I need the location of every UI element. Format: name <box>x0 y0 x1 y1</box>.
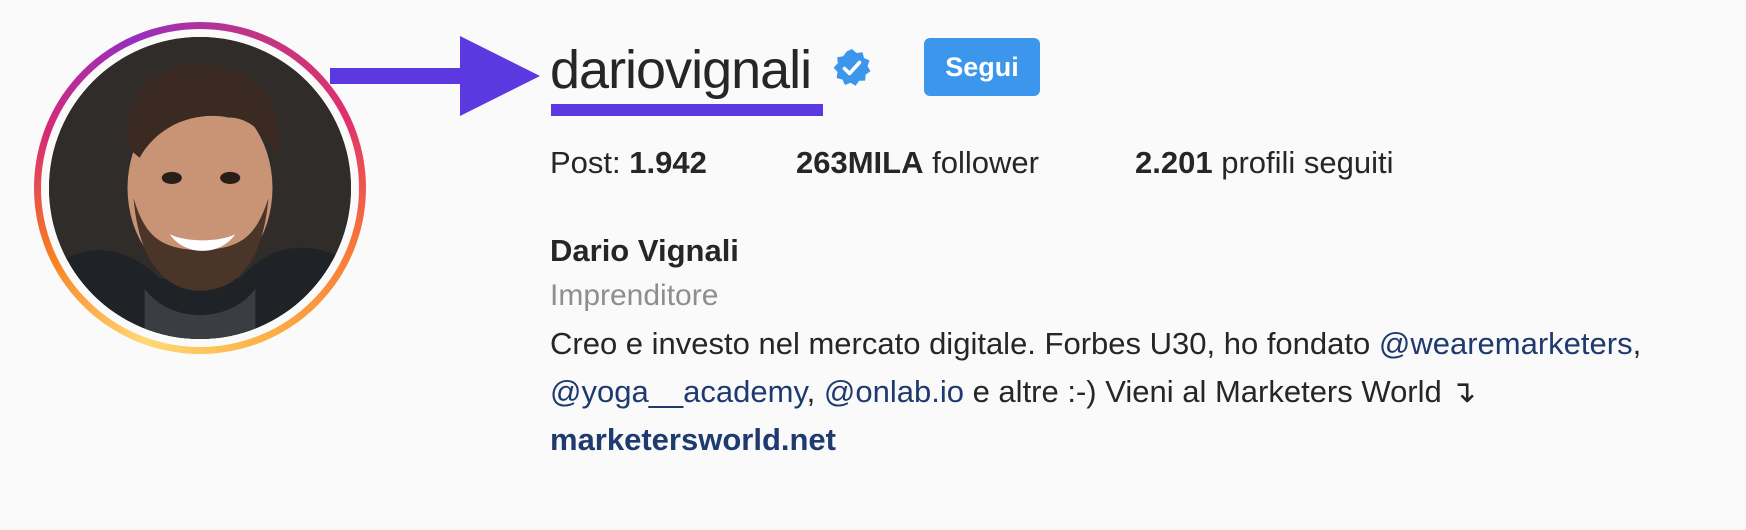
followers-stat[interactable]: 263MILA follower <box>796 143 1039 183</box>
followers-label: follower <box>932 145 1039 180</box>
bio-text-1: Creo e investo nel mercato digitale. For… <box>550 326 1379 361</box>
mention-yoga-academy[interactable]: @yoga__academy <box>550 374 807 409</box>
mention-wearemarketers[interactable]: @wearemarketers <box>1379 326 1633 361</box>
profile-bio: Dario Vignali Imprenditore Creo e invest… <box>550 230 1641 464</box>
following-label: profili seguiti <box>1221 145 1394 180</box>
avatar-image <box>49 37 351 339</box>
posts-count: 1.942 <box>629 145 707 180</box>
followers-count: 263MILA <box>796 145 924 180</box>
avatar-gap <box>41 29 359 347</box>
bio-line-2: @yoga__academy, @onlab.io e altre :-) Vi… <box>550 368 1641 416</box>
bio-separator: , <box>806 374 824 409</box>
username: dariovignali <box>550 40 812 100</box>
arrow-right-icon <box>330 36 540 116</box>
story-ring[interactable] <box>34 22 366 354</box>
posts-stat: Post: 1.942 <box>550 143 707 183</box>
website-link[interactable]: marketersworld.net <box>550 422 836 457</box>
profile-header: dariovignali Segui Post: 1.942 263MILA f… <box>0 0 1746 530</box>
username-underline-annotation <box>551 104 823 116</box>
bio-line-3: marketersworld.net <box>550 416 1641 464</box>
following-count: 2.201 <box>1135 145 1213 180</box>
avatar[interactable] <box>49 37 351 339</box>
following-stat[interactable]: 2.201 profili seguiti <box>1135 143 1394 183</box>
bio-text-2: e altre :-) Vieni al Marketers World ↴ <box>963 374 1477 409</box>
follow-button[interactable]: Segui <box>924 38 1040 96</box>
category-label: Imprenditore <box>550 279 719 312</box>
posts-label: Post: <box>550 145 621 180</box>
full-name: Dario Vignali <box>550 233 739 268</box>
mention-onlab[interactable]: @onlab.io <box>824 374 964 409</box>
bio-line-1: Creo e investo nel mercato digitale. For… <box>550 320 1641 368</box>
verified-badge-icon <box>833 49 871 86</box>
bio-comma: , <box>1632 326 1642 361</box>
